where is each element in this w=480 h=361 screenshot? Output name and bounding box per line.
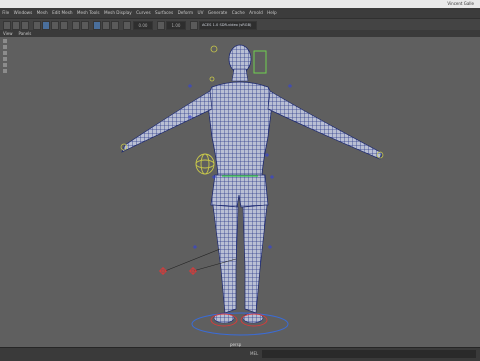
view-transform-select[interactable]: ACES 1.0 SDR-video (sRGB) xyxy=(199,21,257,30)
lock-camera-icon[interactable] xyxy=(12,21,20,30)
menu-mesh-display[interactable]: Mesh Display xyxy=(102,10,134,15)
root-control[interactable] xyxy=(191,312,289,336)
exposure-field[interactable]: 0.00 xyxy=(133,21,153,30)
ambient-occlusion-icon[interactable] xyxy=(81,21,89,30)
panel-menu-bar: View Panels xyxy=(0,30,480,37)
xray-icon[interactable] xyxy=(102,21,110,30)
smooth-shade-icon[interactable] xyxy=(42,21,50,30)
eye-control[interactable] xyxy=(210,45,218,53)
menu-windows[interactable]: Windows xyxy=(11,10,34,15)
jaw-control[interactable] xyxy=(209,76,215,82)
lights-icon[interactable] xyxy=(60,21,68,30)
title-bar: Vincent Galle xyxy=(0,0,480,8)
character-mesh[interactable] xyxy=(121,44,383,324)
window-title: Vincent Galle xyxy=(447,1,474,6)
exposure-icon[interactable] xyxy=(123,21,131,30)
gamma-icon[interactable] xyxy=(157,21,165,30)
menu-mesh[interactable]: Mesh xyxy=(34,10,49,15)
bookmark-icon[interactable] xyxy=(21,21,29,30)
head-control[interactable] xyxy=(253,50,267,74)
command-input[interactable] xyxy=(262,350,476,358)
command-line: MEL xyxy=(0,347,480,361)
menu-cache[interactable]: Cache xyxy=(230,10,247,15)
panel-menu-view[interactable]: View xyxy=(0,31,16,36)
knee-pole-controls[interactable] xyxy=(159,267,197,275)
menu-bar: File Windows Mesh Edit Mesh Mesh Tools Mesh D… xyxy=(0,8,480,18)
textured-icon[interactable] xyxy=(51,21,59,30)
character-rig[interactable] xyxy=(0,37,480,347)
menu-help[interactable]: Help xyxy=(265,10,279,15)
shadows-icon[interactable] xyxy=(72,21,80,30)
hip-control[interactable] xyxy=(195,153,215,175)
xray-joints-icon[interactable] xyxy=(111,21,119,30)
menu-mesh-tools[interactable]: Mesh Tools xyxy=(75,10,102,15)
gamma-field[interactable]: 1.00 xyxy=(166,21,186,30)
mel-label[interactable]: MEL xyxy=(250,351,258,356)
panel-menu-panels[interactable]: Panels xyxy=(16,31,35,36)
menu-curves[interactable]: Curves xyxy=(134,10,153,15)
menu-surfaces[interactable]: Surfaces xyxy=(153,10,176,15)
menu-edit-mesh[interactable]: Edit Mesh xyxy=(50,10,75,15)
isolate-icon[interactable] xyxy=(93,21,101,30)
wireframe-icon[interactable] xyxy=(33,21,41,30)
select-camera-icon[interactable] xyxy=(3,21,11,30)
color-management-icon[interactable] xyxy=(190,21,198,30)
menu-generate[interactable]: Generate xyxy=(206,10,230,15)
menu-uv[interactable]: UV xyxy=(195,10,205,15)
menu-arnold[interactable]: Arnold xyxy=(247,10,265,15)
menu-deform[interactable]: Deform xyxy=(175,10,195,15)
menu-file[interactable]: File xyxy=(0,10,11,15)
